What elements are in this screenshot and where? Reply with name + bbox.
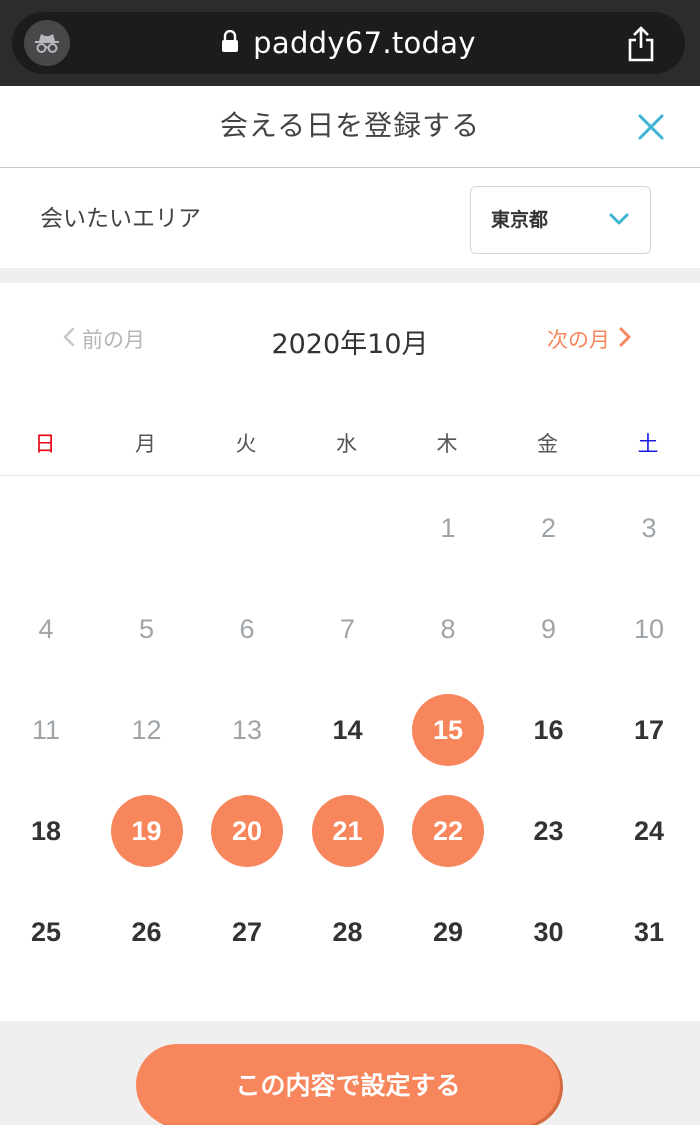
weekday-label: 水	[336, 432, 357, 456]
weekday-label: 火	[235, 432, 257, 456]
area-row: 会いたいエリア 東京都	[0, 170, 700, 268]
calendar-day[interactable]: 18	[0, 781, 96, 881]
day-number: 3	[641, 512, 657, 543]
calendar-day[interactable]: 30	[499, 882, 599, 982]
calendar-day[interactable]: 31	[599, 882, 699, 982]
calendar-day[interactable]: 24	[599, 781, 699, 881]
calendar-day: 7	[298, 579, 398, 679]
calendar-day[interactable]: 28	[298, 882, 398, 982]
day-number: 27	[231, 916, 263, 947]
calendar-day-selected[interactable]: 15	[398, 680, 498, 780]
day-number: 20	[231, 815, 263, 846]
area-selected-value: 東京都	[491, 209, 549, 231]
day-number: 13	[231, 714, 263, 745]
day-number: 25	[30, 916, 62, 947]
calendar-day[interactable]: 14	[298, 680, 398, 780]
browser-bar: paddy67.today	[0, 0, 700, 86]
calendar-day-selected[interactable]: 19	[97, 781, 197, 881]
day-number: 19	[131, 815, 162, 846]
calendar-day[interactable]: 25	[0, 882, 96, 982]
calendar-day[interactable]: 27	[197, 882, 297, 982]
weekday-label: 月	[135, 432, 156, 456]
calendar-day: 12	[97, 680, 197, 780]
submit-button-label: この内容で設定する	[235, 1071, 461, 1100]
calendar-day[interactable]: 17	[599, 680, 699, 780]
calendar-day: 2	[499, 478, 599, 578]
calendar-day: 10	[599, 579, 699, 679]
day-number: 26	[131, 916, 162, 947]
day-number: 24	[633, 815, 665, 846]
day-number: 29	[432, 916, 464, 947]
day-number: 12	[131, 714, 162, 745]
url-text[interactable]: paddy67.today	[253, 26, 476, 60]
calendar-day: 8	[398, 579, 498, 679]
calendar-day-selected[interactable]: 22	[398, 781, 498, 881]
day-number: 17	[633, 714, 665, 745]
calendar-day[interactable]: 23	[499, 781, 599, 881]
day-number: 23	[533, 815, 564, 846]
section-divider	[0, 268, 700, 283]
chevron-down-icon	[608, 211, 630, 227]
weekday-label: 木	[436, 432, 458, 456]
day-number: 10	[633, 613, 665, 644]
calendar-day: 6	[197, 579, 297, 679]
day-number: 1	[440, 512, 456, 543]
share-icon[interactable]	[621, 24, 661, 64]
day-number: 6	[239, 613, 255, 644]
day-number: 5	[138, 613, 155, 644]
calendar-day: 1	[398, 478, 498, 578]
modal-header: 会える日を登録する	[0, 86, 700, 168]
modal-title: 会える日を登録する	[219, 109, 481, 142]
chevron-right-icon	[618, 326, 632, 353]
day-number: 4	[38, 613, 54, 644]
footer: この内容で設定する	[0, 1021, 700, 1125]
day-number: 16	[533, 714, 564, 745]
day-number: 9	[540, 613, 557, 644]
calendar-grid: 1 2 3 4 5 6 7 8 9 10 11 12 13 14 15 16 17 18 19 20 21 22 23 24 2…	[0, 478, 700, 1018]
day-number: 30	[533, 916, 564, 947]
calendar-day: 3	[599, 478, 699, 578]
submit-button[interactable]: この内容で設定する	[136, 1044, 560, 1125]
day-number: 28	[332, 916, 363, 947]
day-number: 15	[432, 714, 464, 745]
calendar-day[interactable]: 29	[398, 882, 498, 982]
calendar-day-selected[interactable]: 21	[298, 781, 398, 881]
calendar-day: 5	[97, 579, 197, 679]
close-icon[interactable]	[636, 112, 666, 142]
day-number: 22	[432, 815, 464, 846]
day-number: 11	[31, 714, 61, 745]
next-month-label: 次の月	[547, 328, 610, 352]
calendar-day: 9	[499, 579, 599, 679]
day-number: 7	[339, 613, 356, 644]
day-number: 2	[540, 512, 557, 543]
day-number: 31	[633, 916, 665, 947]
area-label: 会いたいエリア	[40, 206, 201, 232]
calendar-day: 4	[0, 579, 96, 679]
calendar-day: 11	[0, 680, 96, 780]
calendar-day[interactable]: 26	[97, 882, 197, 982]
lock-icon	[221, 29, 239, 56]
day-number: 21	[332, 815, 363, 846]
weekday-label: 日	[34, 432, 56, 456]
weekday-label: 土	[637, 432, 659, 456]
address-bar[interactable]: paddy67.today	[12, 12, 685, 74]
weekday-header: 日月火水木金土	[0, 410, 700, 476]
month-nav: 前の月 2020年10月 次の月	[0, 300, 700, 385]
day-number: 18	[30, 815, 62, 846]
next-month-button[interactable]: 次の月	[547, 324, 632, 354]
calendar-day-selected[interactable]: 20	[197, 781, 297, 881]
day-number: 14	[332, 714, 363, 745]
calendar-day: 13	[197, 680, 297, 780]
area-select[interactable]: 東京都	[470, 186, 651, 254]
weekday-label: 金	[537, 432, 558, 456]
calendar-day[interactable]: 16	[499, 680, 599, 780]
day-number: 8	[440, 613, 456, 644]
